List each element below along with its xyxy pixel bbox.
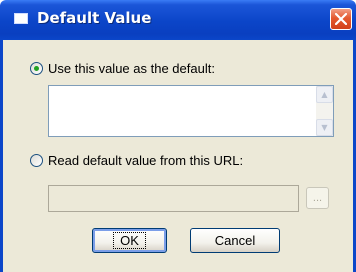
use-value-radio[interactable] <box>30 62 43 75</box>
default-value-dialog: Default Value Use this value as the defa… <box>0 0 356 272</box>
use-value-option[interactable]: Use this value as the default: <box>30 61 215 76</box>
close-icon <box>335 13 347 25</box>
read-url-option[interactable]: Read default value from this URL: <box>30 153 243 168</box>
cancel-button[interactable]: Cancel <box>190 228 280 253</box>
close-button[interactable] <box>330 8 352 30</box>
vertical-scrollbar[interactable]: ▲ ▼ <box>316 86 333 136</box>
ok-button[interactable]: OK <box>92 228 167 253</box>
browse-label: ... <box>312 192 323 204</box>
scroll-down-icon: ▼ <box>321 123 328 132</box>
cancel-label: Cancel <box>214 233 256 248</box>
browse-button[interactable]: ... <box>306 187 329 209</box>
window-title: Default Value <box>37 9 152 27</box>
ok-label: OK <box>113 232 146 249</box>
scroll-up-button[interactable]: ▲ <box>316 86 333 103</box>
use-value-label: Use this value as the default: <box>48 61 215 76</box>
scroll-up-icon: ▲ <box>321 90 328 99</box>
read-url-label: Read default value from this URL: <box>48 153 244 168</box>
title-bar[interactable]: Default Value <box>0 0 356 40</box>
default-value-textarea[interactable]: ▲ ▼ <box>48 85 334 137</box>
url-input[interactable] <box>48 185 299 212</box>
window-icon <box>14 13 28 24</box>
scroll-down-button[interactable]: ▼ <box>316 119 333 136</box>
read-url-radio[interactable] <box>30 154 43 167</box>
